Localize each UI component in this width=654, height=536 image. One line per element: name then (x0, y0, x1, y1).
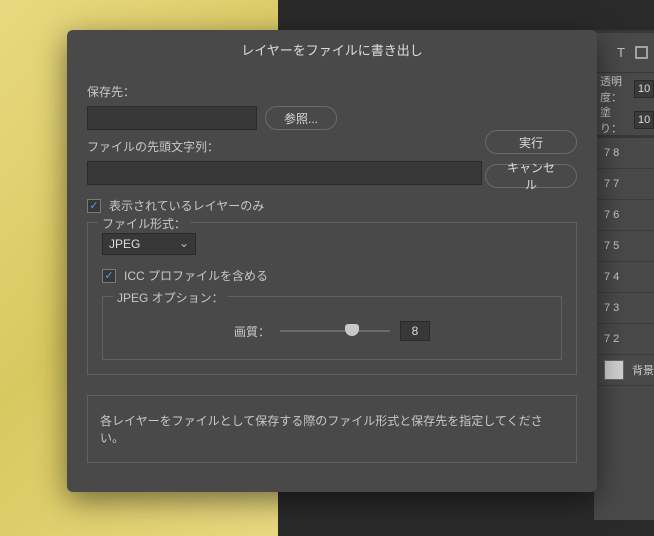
layer-row-bg[interactable]: 背景 (594, 355, 654, 386)
layer-label: 7 5 (604, 240, 619, 252)
quality-label: 画質： (234, 323, 270, 340)
visible-only-label: 表示されているレイヤーのみ (109, 197, 264, 214)
layer-row[interactable]: 7 3 (594, 293, 654, 324)
browse-button[interactable]: 参照... (265, 106, 337, 130)
layer-label: 7 7 (604, 178, 619, 190)
destination-label: 保存先： (87, 83, 577, 100)
slider-thumb[interactable] (345, 324, 359, 336)
crop-icon[interactable] (634, 46, 648, 60)
jpeg-options-legend: JPEG オプション： (113, 289, 228, 306)
icc-label: ICC プロファイルを含める (124, 267, 268, 284)
quality-slider[interactable] (280, 323, 390, 339)
layers-panel: T 透明度： 塗り： 7 8 7 7 7 6 7 5 7 4 7 3 7 2 背景 (594, 30, 654, 520)
layer-label: 7 2 (604, 333, 619, 345)
dialog-title: レイヤーをファイルに書き出し (67, 30, 597, 69)
format-selected: JPEG (109, 237, 140, 251)
layer-label: 7 3 (604, 302, 619, 314)
fill-input[interactable] (634, 111, 654, 129)
layer-label: 背景 (632, 362, 654, 378)
opacity-input[interactable] (634, 80, 654, 98)
file-format-group: ファイル形式： JPEG ✓ ICC プロファイルを含める JPEG オプション… (87, 222, 577, 375)
layer-thumb (604, 360, 624, 380)
run-button[interactable]: 実行 (485, 130, 577, 154)
visible-only-checkbox[interactable]: ✓ (87, 199, 101, 213)
prefix-input[interactable] (87, 161, 482, 185)
layer-row[interactable]: 7 5 (594, 231, 654, 262)
export-layers-dialog: レイヤーをファイルに書き出し 保存先： 参照... 実行 キャンセル ファイルの… (67, 30, 597, 492)
layer-row[interactable]: 7 2 (594, 324, 654, 355)
cancel-button[interactable]: キャンセル (485, 164, 577, 188)
jpeg-options-group: JPEG オプション： 画質： (102, 296, 562, 360)
opacity-label: 透明度： (600, 73, 630, 105)
quality-input[interactable] (400, 321, 430, 341)
fill-label: 塗り： (600, 104, 630, 136)
destination-input[interactable] (87, 106, 257, 130)
icc-checkbox[interactable]: ✓ (102, 269, 116, 283)
layer-label: 7 8 (604, 147, 619, 159)
layer-row[interactable]: 7 4 (594, 262, 654, 293)
layer-label: 7 6 (604, 209, 619, 221)
layer-row[interactable]: 7 7 (594, 169, 654, 200)
layer-row[interactable]: 7 6 (594, 200, 654, 231)
layer-row[interactable]: 7 8 (594, 138, 654, 169)
format-select[interactable]: JPEG (102, 233, 196, 255)
footer-help-text: 各レイヤーをファイルとして保存する際のファイル形式と保存先を指定してください。 (87, 395, 577, 463)
layer-label: 7 4 (604, 271, 619, 283)
file-format-legend: ファイル形式： (98, 215, 190, 232)
type-icon[interactable]: T (614, 46, 628, 60)
